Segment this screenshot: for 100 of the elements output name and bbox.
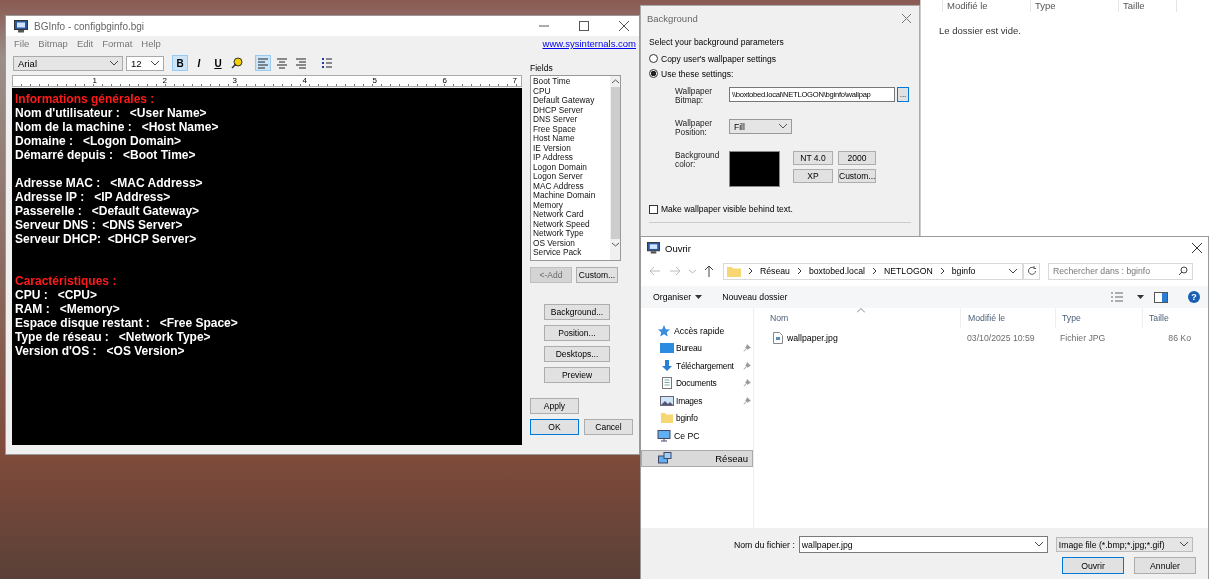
radio-button[interactable] [649, 54, 658, 63]
preset-button[interactable]: 2000 [838, 151, 876, 165]
caret-icon[interactable] [1137, 295, 1144, 299]
cancel-button[interactable]: Annuler [1134, 557, 1196, 574]
column-header[interactable]: Modifié le [960, 308, 1055, 328]
fields-list[interactable] [530, 75, 621, 261]
list-item[interactable]: Network Card [533, 210, 610, 220]
bold-button[interactable]: B [172, 55, 188, 71]
address-bar[interactable]: Réseau boxtobed.local NETLOGON bginfo [723, 262, 1023, 280]
list-item[interactable]: Logon Server [533, 172, 610, 182]
nav-item[interactable]: Images [641, 392, 753, 410]
nav-item[interactable]: bginfo [641, 409, 753, 427]
nav-item[interactable]: Accès rapide [641, 322, 753, 340]
bullets-button[interactable] [319, 55, 335, 71]
browse-button[interactable]: ... [897, 87, 909, 102]
nav-item[interactable]: Réseau [641, 449, 753, 467]
help-icon[interactable]: ? [1188, 291, 1200, 303]
color-button[interactable] [229, 55, 245, 71]
menu-item[interactable]: File [14, 38, 30, 49]
radio-label[interactable]: Use these settings: [661, 68, 734, 79]
list-item[interactable]: MAC Address [533, 181, 610, 191]
menu-item[interactable]: Bitmap [38, 38, 68, 49]
list-item[interactable]: Host Name [533, 134, 610, 144]
nav-item[interactable]: Bureau [641, 339, 753, 357]
pin-icon[interactable] [743, 344, 751, 353]
breadcrumb-item[interactable]: NETLOGON [884, 266, 933, 276]
scroll-down-icon[interactable] [611, 242, 619, 247]
up-arrow-icon[interactable] [704, 265, 714, 277]
list-item[interactable]: Service Pack [533, 248, 610, 258]
list-item[interactable]: Default Gateway [533, 96, 610, 106]
align-center-button[interactable] [274, 55, 290, 71]
preset-button[interactable]: NT 4.0 [793, 151, 833, 165]
option-button[interactable]: Desktops... [544, 346, 610, 362]
pin-icon[interactable] [743, 361, 751, 370]
column-header[interactable]: Taille [1118, 0, 1177, 12]
column-header[interactable]: Type [1055, 308, 1142, 328]
scrollbar-thumb[interactable] [610, 87, 620, 239]
editor-area[interactable] [12, 88, 522, 445]
refresh-button[interactable] [1023, 262, 1040, 280]
underline-button[interactable]: U [210, 55, 226, 71]
menu-item[interactable]: Edit [76, 38, 94, 49]
align-right-button[interactable] [293, 55, 309, 71]
close-icon[interactable] [619, 21, 629, 31]
caret-icon[interactable] [1009, 268, 1017, 274]
align-left-button[interactable] [255, 55, 271, 71]
ok-button[interactable]: OK [530, 419, 579, 435]
list-item[interactable]: Free Space [533, 124, 610, 134]
list-item[interactable]: CPU [533, 86, 610, 96]
column-header[interactable]: Type [1030, 0, 1118, 12]
search-field[interactable]: Rechercher dans : bginfo [1048, 262, 1193, 280]
pin-icon[interactable] [743, 379, 751, 388]
preset-button[interactable]: XP [793, 169, 833, 183]
pin-icon[interactable] [743, 396, 751, 405]
radio-label[interactable]: Copy user's wallpaper settings [661, 53, 776, 64]
apply-button[interactable]: Apply [530, 398, 579, 414]
size-dropdown[interactable]: 12 [126, 55, 164, 71]
maximize-icon[interactable] [579, 21, 589, 31]
list-item[interactable]: OS Version [533, 238, 610, 248]
website-link[interactable]: www.sysinternals.com [542, 38, 636, 49]
color-swatch[interactable] [729, 151, 780, 187]
organize-menu[interactable]: Organiser [653, 292, 703, 302]
cancel-button[interactable]: Cancel [584, 419, 633, 435]
column-header[interactable]: Taille [1142, 308, 1194, 328]
nav-item[interactable]: Documents [641, 374, 753, 392]
breadcrumb-item[interactable]: boxtobed.local [808, 266, 865, 276]
italic-button[interactable]: I [191, 55, 207, 71]
file-type-dropdown[interactable]: Image file (*.bmp;*.jpg;*.gif) [1055, 537, 1193, 552]
filename-field[interactable]: wallpaper.jpg [798, 536, 1048, 553]
breadcrumb-item[interactable]: bginfo [951, 266, 976, 276]
list-item[interactable]: Boot Time [533, 77, 610, 87]
menu-item[interactable]: Format [102, 38, 133, 49]
list-item[interactable]: Network Speed [533, 219, 610, 229]
list-item[interactable]: DNS Server [533, 115, 610, 125]
list-item[interactable]: Machine Domain [533, 191, 610, 201]
option-button[interactable]: Preview [544, 367, 610, 383]
option-button[interactable]: Position... [544, 325, 610, 341]
position-dropdown[interactable]: Fill [729, 119, 792, 134]
list-item[interactable]: IP Address [533, 153, 610, 163]
list-item[interactable]: Network Type [533, 229, 610, 239]
preview-pane-icon[interactable] [1154, 291, 1168, 303]
close-icon[interactable] [1192, 243, 1202, 253]
list-item[interactable]: Memory [533, 200, 610, 210]
checkbox[interactable] [649, 204, 658, 214]
column-header[interactable]: Modifié le [942, 0, 1030, 12]
nav-item[interactable]: Téléchargement [641, 357, 753, 375]
preset-button[interactable]: Custom... [838, 169, 876, 183]
open-button[interactable]: Ouvrir [1062, 557, 1124, 574]
nav-item[interactable]: Ce PC [641, 427, 753, 445]
new-folder-button[interactable]: Nouveau dossier [722, 292, 788, 302]
custom-button[interactable]: Custom... [576, 267, 618, 283]
checkbox-label[interactable]: Make wallpaper visible behind text. [661, 204, 793, 214]
list-item[interactable]: DHCP Server [533, 105, 610, 115]
list-item[interactable]: IE Version [533, 143, 610, 153]
column-header[interactable]: Nom [754, 308, 960, 328]
font-dropdown[interactable]: Arial [13, 55, 123, 71]
list-item[interactable]: Logon Domain [533, 162, 610, 172]
option-button[interactable]: Background... [544, 304, 610, 320]
menu-item[interactable]: Help [141, 38, 161, 49]
scrollbar[interactable] [610, 76, 620, 260]
scroll-up-icon[interactable] [611, 79, 619, 84]
